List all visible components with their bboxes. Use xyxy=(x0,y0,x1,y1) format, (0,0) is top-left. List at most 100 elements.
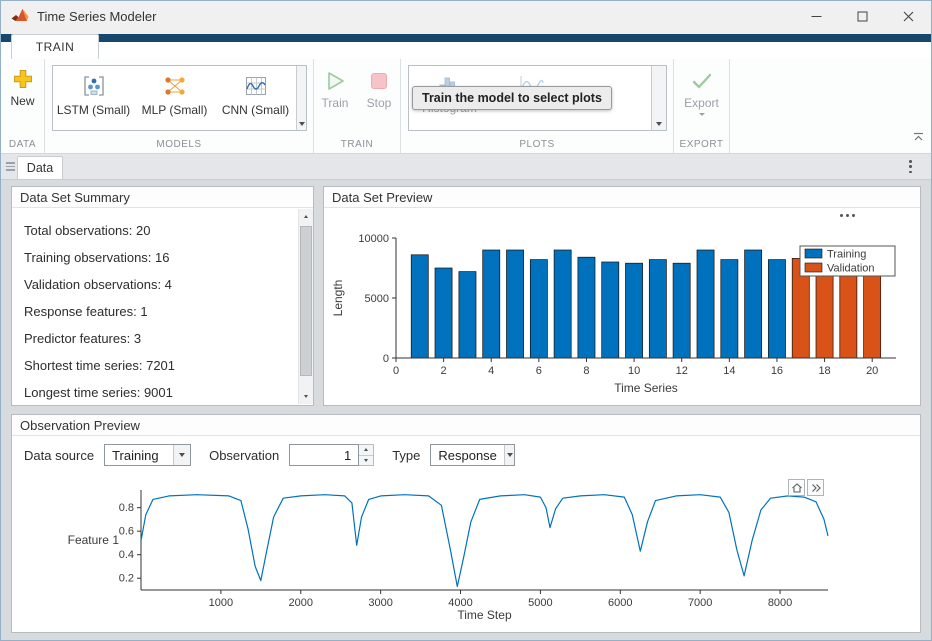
model-item-lstm[interactable]: LSTM (Small) xyxy=(53,66,134,130)
panel-title: Data Set Preview xyxy=(332,190,432,205)
model-item-cnn[interactable]: CNN (Small) xyxy=(215,66,296,130)
axes-toolbar xyxy=(788,479,824,496)
collapse-up-icon xyxy=(913,132,924,142)
close-button[interactable] xyxy=(885,1,931,31)
plots-tooltip: Train the model to select plots xyxy=(412,86,612,110)
new-button[interactable]: New xyxy=(1,67,44,108)
spinner-down-button[interactable] xyxy=(359,455,373,466)
collapse-ribbon-button[interactable] xyxy=(911,127,926,149)
more-tools-button[interactable] xyxy=(807,479,824,496)
document-area: Data Set Summary Total observations: 20 … xyxy=(1,180,931,640)
toolstrip-accent-bar xyxy=(1,34,931,42)
summary-line: Shortest time series: 7201 xyxy=(24,352,301,379)
svg-text:10: 10 xyxy=(628,365,640,377)
type-label: Type xyxy=(392,448,420,463)
observation-preview-panel: Observation Preview Data source Training… xyxy=(11,414,921,633)
model-item-mlp[interactable]: MLP (Small) xyxy=(134,66,215,130)
svg-text:8000: 8000 xyxy=(768,597,792,609)
observation-value-field[interactable]: 1 xyxy=(289,444,359,466)
document-menu-button[interactable] xyxy=(906,160,915,173)
summary-line: Response features: 1 xyxy=(24,298,301,325)
svg-text:1000: 1000 xyxy=(209,597,233,609)
train-button[interactable]: Train xyxy=(316,69,354,110)
summary-list: Total observations: 20 Training observat… xyxy=(12,208,313,415)
svg-text:0.8: 0.8 xyxy=(119,502,134,514)
summary-line: Validation observations: 4 xyxy=(24,271,301,298)
model-item-label: LSTM (Small) xyxy=(57,103,130,117)
export-button[interactable]: Export xyxy=(683,69,721,116)
double-chevron-right-icon xyxy=(810,482,822,494)
panel-header: Data Set Summary xyxy=(12,187,313,208)
observation-spinner[interactable]: 1 xyxy=(289,444,374,466)
section-label-export: EXPORT xyxy=(674,139,729,150)
section-train: Train Stop TRAIN xyxy=(314,59,401,153)
train-button-label: Train xyxy=(322,96,349,110)
panel-title: Data Set Summary xyxy=(20,190,130,205)
svg-text:3000: 3000 xyxy=(368,597,392,609)
dock-grip-icon[interactable] xyxy=(6,162,15,171)
plots-gallery-dropdown-button[interactable] xyxy=(651,66,666,130)
chevron-up-icon xyxy=(364,448,368,451)
svg-text:5000: 5000 xyxy=(365,293,389,305)
data-source-dropdown[interactable]: Training xyxy=(104,444,191,466)
panel-header: Data Set Preview xyxy=(324,187,920,208)
maximize-button[interactable] xyxy=(839,1,885,31)
svg-text:Time Step: Time Step xyxy=(457,608,512,622)
export-button-label: Export xyxy=(684,96,719,110)
window-title: Time Series Modeler xyxy=(37,9,156,24)
dropdown-arrow[interactable] xyxy=(173,445,190,465)
section-models: LSTM (Small) MLP (Small) xyxy=(45,59,314,153)
section-label-train: TRAIN xyxy=(314,139,400,150)
spinner-up-button[interactable] xyxy=(359,445,373,455)
export-check-icon xyxy=(690,69,714,93)
dropdown-arrow[interactable] xyxy=(504,445,514,465)
tab-data[interactable]: Data xyxy=(17,156,63,179)
scroll-thumb[interactable] xyxy=(300,226,312,376)
svg-text:14: 14 xyxy=(723,365,735,377)
panel-header: Observation Preview xyxy=(12,415,920,436)
tab-train[interactable]: TRAIN xyxy=(11,34,99,59)
data-set-summary-panel: Data Set Summary Total observations: 20 … xyxy=(11,186,314,406)
toolstrip: New DATA LSTM (Small) xyxy=(1,59,931,154)
cnn-model-icon xyxy=(243,73,269,99)
lstm-model-icon xyxy=(81,73,107,99)
svg-text:8: 8 xyxy=(583,365,589,377)
data-source-label: Data source xyxy=(24,448,94,463)
document-tab-bar: Data xyxy=(1,154,931,180)
scroll-down-button[interactable] xyxy=(299,389,313,404)
minimize-button[interactable] xyxy=(793,1,839,31)
svg-text:7000: 7000 xyxy=(688,597,712,609)
observation-label: Observation xyxy=(209,448,279,463)
chevron-down-icon xyxy=(304,395,308,398)
play-icon xyxy=(323,69,347,93)
window-controls xyxy=(793,1,931,31)
new-plus-icon xyxy=(11,67,35,91)
scroll-up-button[interactable] xyxy=(299,209,313,224)
mlp-model-icon xyxy=(162,73,188,99)
svg-text:2: 2 xyxy=(441,365,447,377)
svg-text:Length: Length xyxy=(331,280,345,317)
summary-line: Training observations: 16 xyxy=(24,244,301,271)
restore-view-button[interactable] xyxy=(788,479,805,496)
svg-text:Training: Training xyxy=(827,249,866,261)
svg-text:0.4: 0.4 xyxy=(119,549,134,561)
data-source-value: Training xyxy=(105,448,173,463)
svg-text:0.6: 0.6 xyxy=(119,526,134,538)
panel-title: Observation Preview xyxy=(20,418,140,433)
section-data: New DATA xyxy=(1,59,45,153)
plots-gallery: Histogram Train the model to select plot… xyxy=(408,65,667,131)
summary-line: Total observations: 20 xyxy=(24,217,301,244)
models-gallery-dropdown-button[interactable] xyxy=(296,66,306,130)
model-item-label: MLP (Small) xyxy=(142,103,208,117)
svg-text:6000: 6000 xyxy=(608,597,632,609)
chevron-down-icon xyxy=(299,122,305,126)
svg-text:0: 0 xyxy=(393,365,399,377)
observation-chart: 0.20.40.60.81000200030004000500060007000… xyxy=(15,477,915,629)
summary-scrollbar[interactable] xyxy=(298,209,313,404)
stop-button[interactable]: Stop xyxy=(360,69,398,110)
matlab-logo-icon xyxy=(11,8,29,24)
type-value: Response xyxy=(431,448,504,463)
section-spacer xyxy=(730,59,931,153)
chevron-down-icon xyxy=(364,459,368,462)
type-dropdown[interactable]: Response xyxy=(430,444,515,466)
